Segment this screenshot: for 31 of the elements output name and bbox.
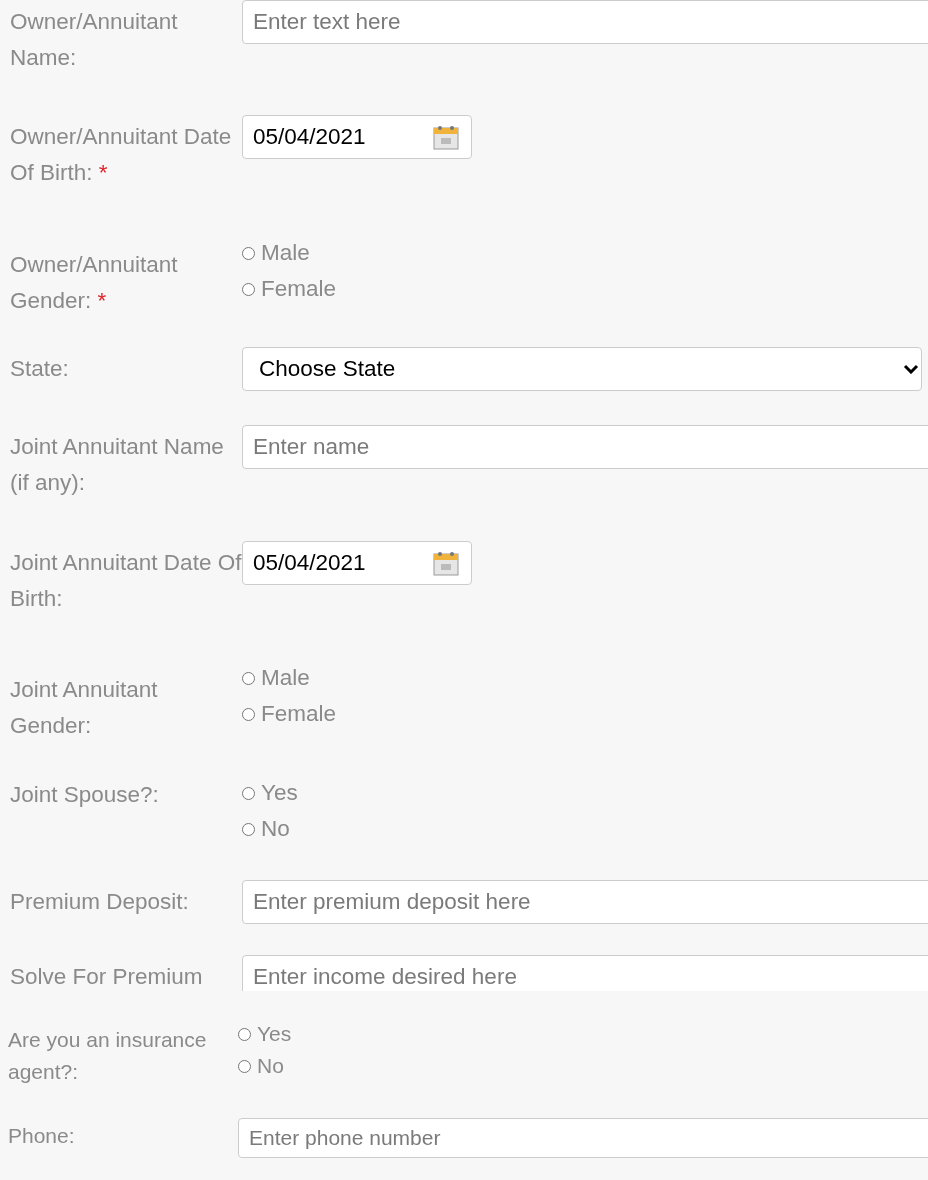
radio-option[interactable]: Female xyxy=(242,271,928,307)
radio-option[interactable]: Yes xyxy=(238,1018,928,1050)
chevron-down-icon xyxy=(903,364,919,374)
field-label: Joint Spouse?: xyxy=(9,781,160,809)
field-label: Premium Deposit: xyxy=(9,888,190,916)
field-label: Joint Annuitant Gender: xyxy=(9,676,159,740)
field-label: Owner/Annuitant Gender: * xyxy=(9,251,179,315)
radio-option[interactable]: No xyxy=(238,1050,928,1082)
field-label: Joint Annuitant Date Of Birth: xyxy=(9,549,242,613)
radio-option[interactable]: Yes xyxy=(242,775,928,811)
radio-option[interactable]: No xyxy=(242,811,928,847)
radio-option[interactable]: Male xyxy=(242,235,928,271)
field-label: Owner/Annuitant Date Of Birth: * xyxy=(9,123,233,187)
field-label: Joint Annuitant Name (if any): xyxy=(9,433,225,497)
field-label: Are you an insurance agent?: xyxy=(7,1027,208,1085)
radio-option[interactable]: Female xyxy=(242,696,928,732)
date-field[interactable]: 05/04/2021 xyxy=(242,115,472,159)
input-field[interactable]: Enter phone number xyxy=(238,1118,928,1158)
input-field[interactable]: Enter premium deposit here xyxy=(242,880,928,924)
calendar-icon[interactable] xyxy=(433,550,459,576)
input-field[interactable]: Enter income desired here xyxy=(242,955,928,991)
field-label: Phone: xyxy=(7,1123,76,1149)
input-field[interactable]: Enter name xyxy=(242,425,928,469)
field-label: Solve For Premium xyxy=(9,963,204,991)
date-field[interactable]: 05/04/2021 xyxy=(242,541,472,585)
state-dropdown[interactable]: Choose State xyxy=(242,347,922,391)
field-label: State: xyxy=(9,355,70,383)
field-label: Owner/Annuitant Name: xyxy=(9,8,179,72)
calendar-icon[interactable] xyxy=(433,124,459,150)
radio-option[interactable]: Male xyxy=(242,660,928,696)
input-field[interactable]: Enter text here xyxy=(242,0,928,44)
